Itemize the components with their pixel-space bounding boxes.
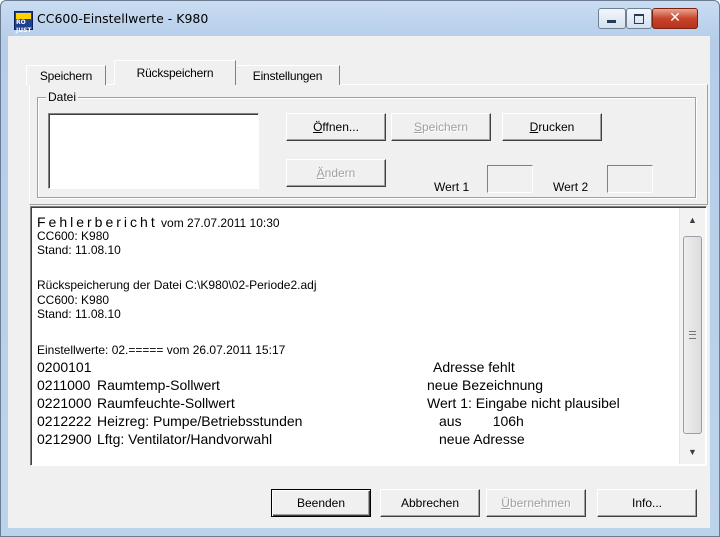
report-line: CC600: K980 xyxy=(37,293,110,307)
tab-rueckspeichern[interactable]: Rückspeichern xyxy=(114,60,236,85)
report-line: Rückspeicherung der Datei C:\K980\02-Per… xyxy=(37,278,317,292)
report-row-status: aus 106h xyxy=(439,413,524,429)
report-row-name: Lftg: Ventilator/Handvorwahl xyxy=(97,431,273,447)
window-title: CC600-Einstellwerte - K980 xyxy=(37,11,209,26)
datei-group-label: Datei xyxy=(46,90,79,104)
info-button[interactable]: Info... xyxy=(597,489,697,517)
save-button[interactable]: Speichern xyxy=(391,113,491,141)
report-line: Stand: 11.08.10 xyxy=(37,307,121,321)
report-row-status: Wert 1: Eingabe nicht plausibel xyxy=(427,395,620,411)
close-button[interactable]: ✕ xyxy=(652,8,698,29)
report-line: Stand: 11.08.10 xyxy=(37,243,121,257)
report-row-name: Raumfeuchte-Sollwert xyxy=(97,395,235,411)
report-heading: Fehlerbericht vom 27.07.2011 10:30 xyxy=(37,214,280,230)
report-row-code: 0200101 xyxy=(37,359,92,375)
wert2-field[interactable] xyxy=(607,165,653,193)
change-button[interactable]: Ändern xyxy=(286,159,386,187)
title-bar[interactable]: RO JUST CC600-Einstellwerte - K980 ✕ xyxy=(1,1,719,37)
report-row-status: neue Bezeichnung xyxy=(427,377,543,393)
report-line: CC600: K980 xyxy=(37,229,110,243)
open-button[interactable]: Öffnen... xyxy=(286,113,386,141)
maximize-icon xyxy=(634,14,644,24)
apply-button[interactable]: Übernehmen xyxy=(486,489,586,517)
scroll-down-icon[interactable]: ▼ xyxy=(680,442,705,462)
tab-einstellungen[interactable]: Einstellungen xyxy=(235,65,340,85)
report-line: Einstellwerte: 02.===== vom 26.07.2011 1… xyxy=(37,343,286,357)
report-scrollbar[interactable]: ▲ ▼ xyxy=(679,208,705,464)
report-row-code: 0211000 xyxy=(37,377,91,393)
quit-button[interactable]: Beenden xyxy=(271,489,371,517)
print-button[interactable]: Drucken xyxy=(502,113,602,141)
report-row-code: 0212900 xyxy=(37,431,92,447)
report-textarea[interactable]: Fehlerbericht vom 27.07.2011 10:30 CC600… xyxy=(30,206,707,466)
scroll-up-icon[interactable]: ▲ xyxy=(680,210,705,230)
report-row-code: 0212222 xyxy=(37,413,92,429)
cancel-button[interactable]: Abbrechen xyxy=(380,489,480,517)
app-icon: RO JUST xyxy=(14,11,33,34)
report-row-code: 0221000 xyxy=(37,395,92,411)
wert2-label: Wert 2 xyxy=(553,180,589,194)
close-icon: ✕ xyxy=(669,10,681,26)
report-row-status: Adresse fehlt xyxy=(433,359,515,375)
report-row-status: neue Adresse xyxy=(439,431,525,447)
minimize-button[interactable] xyxy=(598,8,626,29)
report-row-name: Heizreg: Pumpe/Betriebsstunden xyxy=(97,413,303,429)
file-listbox[interactable] xyxy=(48,113,259,189)
report-row-name: Raumtemp-Sollwert xyxy=(97,377,220,393)
wert1-label: Wert 1 xyxy=(434,180,470,194)
tab-speichern[interactable]: Speichern xyxy=(26,65,106,85)
wert1-field[interactable] xyxy=(487,165,533,193)
maximize-button[interactable] xyxy=(626,8,652,29)
scroll-thumb[interactable] xyxy=(683,236,702,434)
grip-icon xyxy=(689,331,696,339)
minimize-icon xyxy=(607,20,616,23)
